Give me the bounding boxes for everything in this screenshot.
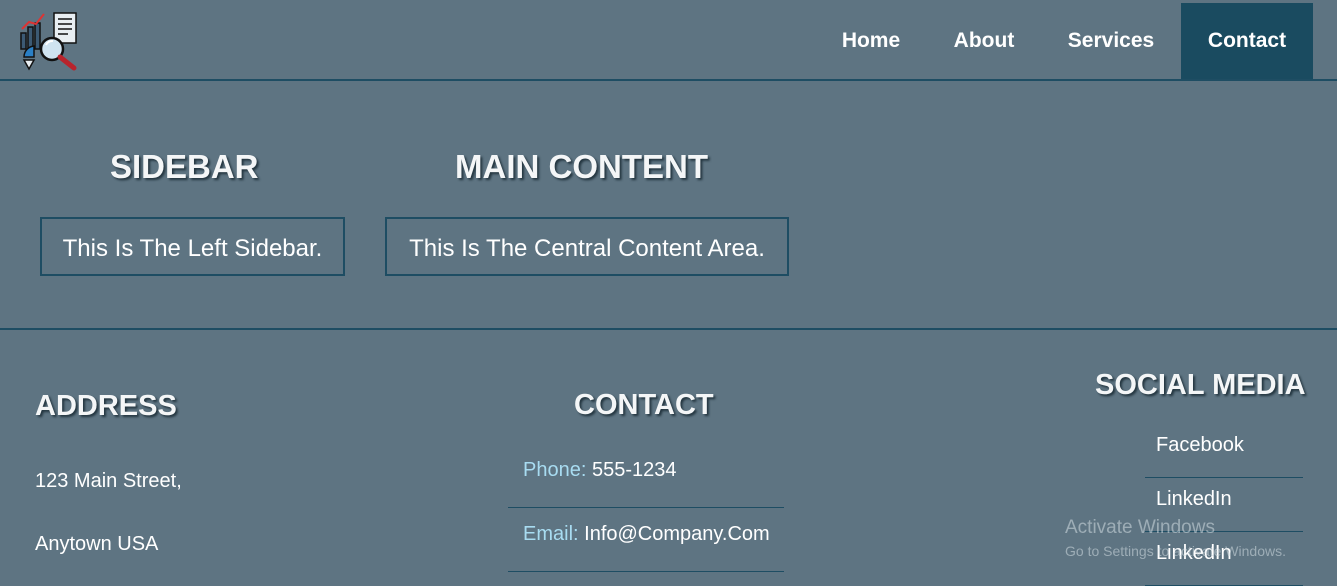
activate-windows-watermark-subtitle: Go to Settings to activate Windows. xyxy=(1065,543,1286,559)
footer-divider xyxy=(0,328,1337,330)
nav-contact-link[interactable]: Contact xyxy=(1181,3,1313,79)
address-line-2: Anytown USA xyxy=(35,533,159,555)
social-link-linkedin-2[interactable]: LinkedIn xyxy=(1145,532,1303,586)
social-link-facebook[interactable]: Facebook xyxy=(1145,424,1303,478)
social-media-title: SOCIAL MEDIA xyxy=(1095,369,1306,401)
top-navbar: Home About Services Contact xyxy=(0,0,1337,81)
contact-email-row: Email: Info@Company.Com xyxy=(508,509,784,572)
nav-home-link[interactable]: Home xyxy=(827,3,915,79)
email-label: Email: xyxy=(523,523,579,545)
email-value: Info@Company.Com xyxy=(584,523,770,545)
main-content-title: MAIN CONTENT xyxy=(455,148,708,185)
nav-services-link[interactable]: Services xyxy=(1052,3,1170,79)
sidebar-title: SIDEBAR xyxy=(110,148,259,185)
sidebar-text: This Is The Left Sidebar. xyxy=(62,235,323,262)
activate-windows-watermark-title: Activate Windows xyxy=(1065,517,1215,538)
social-link-label: Facebook xyxy=(1156,434,1244,456)
contact-title: CONTACT xyxy=(574,389,714,421)
nav-about-link[interactable]: About xyxy=(937,3,1031,79)
address-line-1: 123 Main Street, xyxy=(35,470,182,492)
phone-label: Phone: xyxy=(523,459,587,481)
main-content-text: This Is The Central Content Area. xyxy=(409,235,765,262)
contact-phone-row: Phone: 555-1234 xyxy=(508,445,784,508)
social-link-label: LinkedIn xyxy=(1156,488,1232,510)
sidebar-box: This Is The Left Sidebar. xyxy=(40,217,345,276)
main-content-box: This Is The Central Content Area. xyxy=(385,217,789,276)
analytics-logo-icon[interactable] xyxy=(20,11,80,71)
address-title: ADDRESS xyxy=(35,390,177,422)
phone-value: 555-1234 xyxy=(591,459,677,481)
